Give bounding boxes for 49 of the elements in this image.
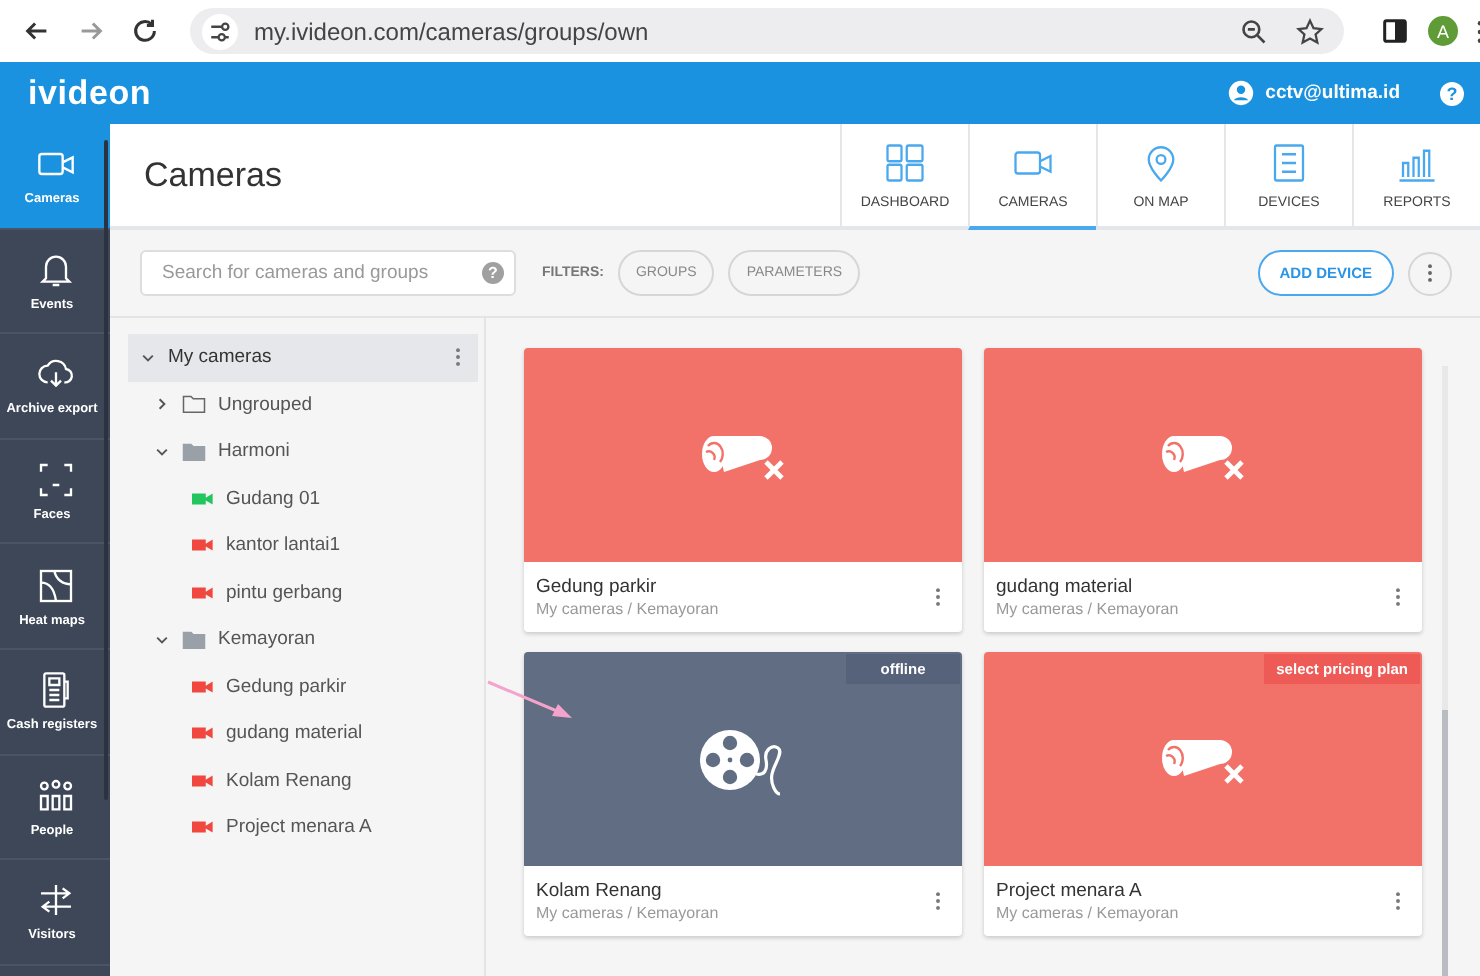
address-bar[interactable]: my.ivideon.com/cameras/groups/own [190, 8, 1344, 54]
page-title: Cameras [144, 155, 282, 195]
folder-icon [182, 629, 206, 650]
side-panel-icon[interactable] [1380, 16, 1410, 46]
more-icon[interactable] [1394, 586, 1402, 608]
tree-item[interactable]: Harmoni [128, 428, 478, 475]
tab-icon [884, 141, 926, 183]
camera-name: Kolam Renang [536, 880, 664, 902]
camera-card[interactable]: gudang material My cameras / Kemayoran [984, 348, 1422, 632]
star-icon[interactable] [1296, 17, 1324, 45]
tree-item[interactable]: pintu gerbang [128, 569, 478, 616]
more-icon[interactable] [934, 586, 942, 608]
camera-name: gudang material [996, 576, 1135, 598]
nav-icon [35, 460, 75, 501]
camera-path: My cameras / Kemayoran [536, 904, 721, 922]
folder-icon [182, 394, 206, 415]
more-icon[interactable] [1394, 890, 1402, 912]
camera-name: Project menara A [996, 880, 1144, 902]
tab-icon [1268, 141, 1310, 183]
nav-icon [35, 565, 75, 606]
tree-item[interactable]: gudang material [128, 710, 478, 757]
tree-item[interactable]: Gedung parkir [128, 663, 478, 710]
tree-item[interactable]: Kemayoran [128, 616, 478, 663]
tree-item[interactable]: Project menara A [128, 804, 478, 851]
zoom-icon[interactable] [1240, 17, 1268, 45]
user-icon[interactable] [1227, 80, 1254, 106]
more-icon [1426, 262, 1434, 284]
chevron-icon [140, 349, 156, 366]
tree-item[interactable]: Kolam Renang [128, 757, 478, 804]
camera-path: My cameras / Kemayoran [996, 904, 1181, 922]
tree-item[interactable]: kantor lantai1 [128, 522, 478, 569]
nav-icon [35, 880, 75, 921]
chevron-icon [154, 396, 170, 413]
tree-item[interactable]: Ungrouped [128, 381, 478, 428]
site-settings-icon[interactable] [202, 13, 238, 49]
more-icon[interactable] [934, 890, 942, 912]
tree-item[interactable]: My cameras [128, 334, 478, 381]
nav-icon [35, 775, 75, 816]
reload-icon[interactable] [130, 16, 160, 46]
camera-card[interactable]: Gedung parkir My cameras / Kemayoran [524, 348, 962, 632]
chevron-icon [154, 443, 170, 460]
annotation-arrow [486, 678, 574, 722]
more-icon[interactable] [454, 346, 462, 369]
camera-path: My cameras / Kemayoran [996, 600, 1181, 618]
folder-icon [182, 441, 206, 462]
tree-item[interactable]: Gudang 01 [128, 475, 478, 522]
camera-path: My cameras / Kemayoran [536, 600, 721, 618]
chevron-icon [154, 631, 170, 648]
camera-name: Gedung parkir [536, 576, 659, 598]
